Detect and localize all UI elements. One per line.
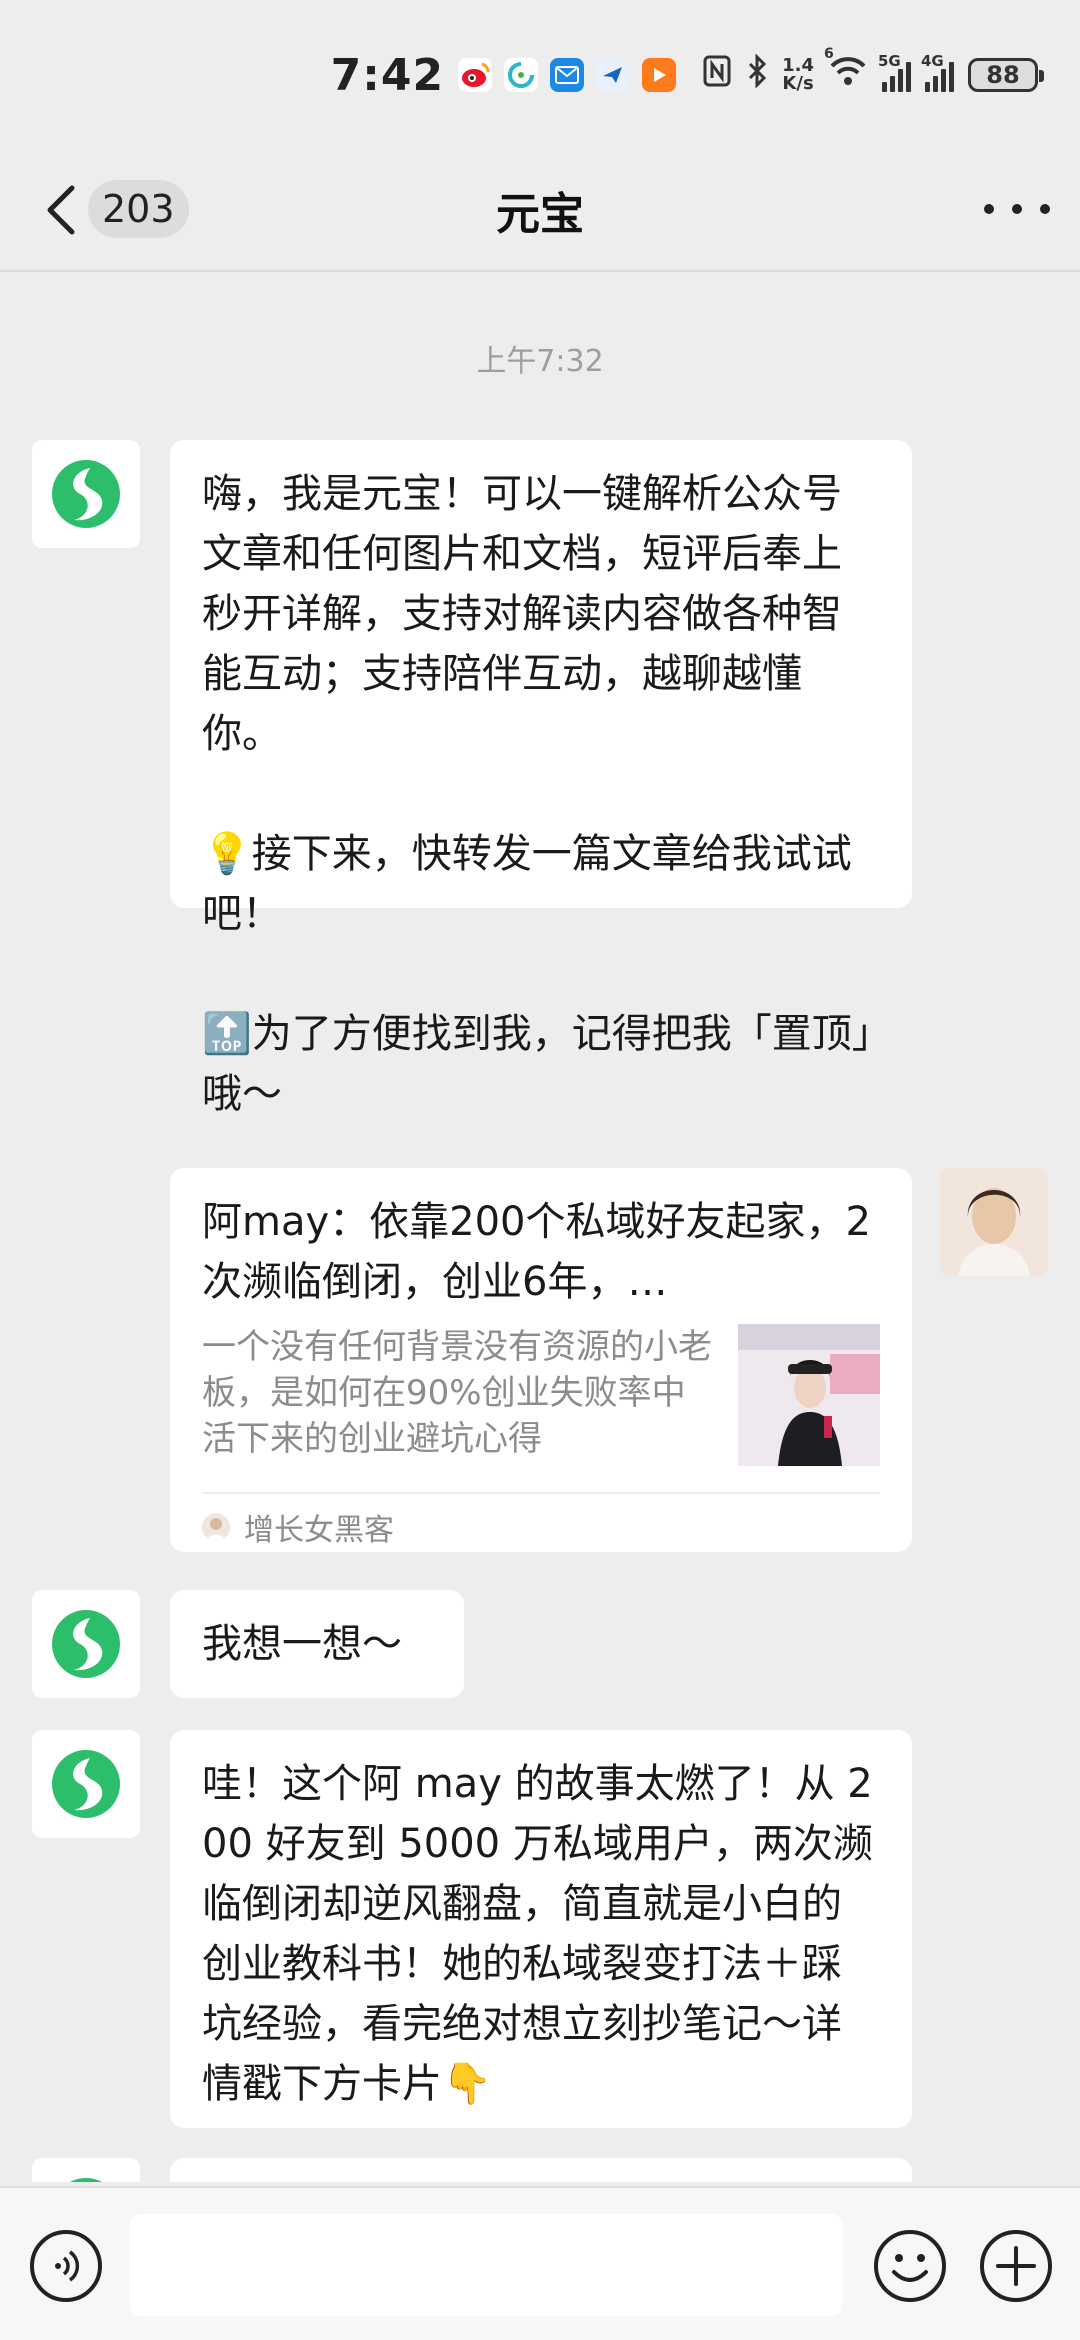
message-timestamp: 上午7:32	[476, 344, 604, 379]
battery-level: 88	[986, 61, 1020, 89]
bot-avatar[interactable]	[32, 440, 140, 548]
message-text: 哇！这个阿 may 的故事太燃了！从 200 好友到 5000 万私域用户，两次…	[202, 1761, 873, 2107]
notification-icons	[458, 58, 677, 92]
video-app-icon	[642, 58, 677, 92]
source-name: 增长女黑客	[244, 1513, 394, 1548]
article-card[interactable]: 阿may：依靠200个私域好友起家，2次濒临倒闭，创业6年，… 一个没有任何背景…	[170, 1168, 912, 1552]
system-icons: 1.4 K/s 6 5G 4G 88	[702, 46, 1044, 96]
message-list[interactable]: 上午7:32 嗨，我是元宝！可以一键解析公众号文章和任何图片和文档，短评后奉上秒…	[0, 272, 1080, 2182]
article-title: 阿may：依靠200个私域好友起家，2次濒临倒闭，创业6年，…	[202, 1199, 871, 1305]
message-bubble[interactable]	[170, 2158, 912, 2182]
network-speed: 1.4 K/s	[782, 57, 814, 93]
voice-icon	[55, 2250, 80, 2282]
plus-icon[interactable]	[978, 2228, 1054, 2304]
weibo-icon	[458, 58, 493, 92]
status-bar: 7:42 1.4 K/s 6 5G 4G 88	[0, 0, 1080, 150]
nfc-icon	[702, 54, 732, 96]
message-text: 嗨，我是元宝！可以一键解析公众号文章和任何图片和文档，短评后奉上秒开详解，支持对…	[202, 471, 842, 757]
article-body: 一个没有任何背景没有资源的小老板，是如何在90%创业失败率中活下来的创业避坑心得	[202, 1324, 880, 1474]
status-time: 7:42	[330, 49, 445, 101]
battery-icon: 88	[968, 58, 1044, 92]
sim2-network-tag: 4G	[921, 52, 944, 70]
bluetooth-icon	[746, 53, 768, 96]
sync-icon	[504, 58, 539, 92]
network-speed-unit: K/s	[782, 73, 814, 94]
yuanbao-logo-icon	[70, 2178, 102, 2182]
emoji-icon[interactable]	[872, 2228, 948, 2304]
chat-title: 元宝	[496, 189, 584, 240]
message-bubble[interactable]: 我想一想～	[170, 1590, 464, 1698]
signal-sim2-icon: 4G	[921, 52, 954, 92]
article-thumbnail	[738, 1324, 880, 1466]
chat-header: 203 元宝	[0, 150, 1080, 272]
signal-sim1-icon: 5G	[878, 52, 911, 92]
message-text: 🔝为了方便找到我，记得把我「置顶」哦～	[202, 1011, 872, 1117]
message-text: 💡接下来，快转发一篇文章给我试试吧！	[202, 831, 852, 937]
article-source: 增长女黑客	[202, 1494, 880, 1560]
user-avatar[interactable]	[940, 1168, 1048, 1276]
yuanbao-logo-icon	[52, 1750, 120, 1818]
message-input[interactable]	[130, 2214, 842, 2316]
message-text: 我想一想～	[202, 1621, 402, 1667]
input-bar	[0, 2186, 1080, 2340]
voice-button[interactable]	[30, 2230, 102, 2302]
bot-avatar[interactable]	[32, 2158, 140, 2182]
bot-avatar[interactable]	[32, 1590, 140, 1698]
wifi-icon: 6	[824, 46, 868, 96]
source-avatar-icon	[202, 1513, 230, 1541]
bird-app-icon	[596, 58, 631, 92]
article-description: 一个没有任何背景没有资源的小老板，是如何在90%创业失败率中活下来的创业避坑心得	[202, 1327, 712, 1459]
chat-screen: 7:42 1.4 K/s 6 5G 4G 88 203 元宝 上午7:32 嗨，…	[0, 0, 1080, 2340]
wifi-tag: 6	[824, 46, 834, 62]
message-bubble[interactable]: 嗨，我是元宝！可以一键解析公众号文章和任何图片和文档，短评后奉上秒开详解，支持对…	[170, 440, 912, 1117]
sim1-network-tag: 5G	[878, 52, 901, 70]
more-dots-icon[interactable]	[984, 194, 1050, 224]
bot-avatar[interactable]	[32, 1730, 140, 1838]
message-bubble[interactable]: 哇！这个阿 may 的故事太燃了！从 200 好友到 5000 万私域用户，两次…	[170, 1730, 912, 2128]
yuanbao-logo-icon	[52, 460, 120, 528]
yuanbao-logo-icon	[52, 1610, 120, 1678]
mail-app-icon	[550, 58, 585, 92]
